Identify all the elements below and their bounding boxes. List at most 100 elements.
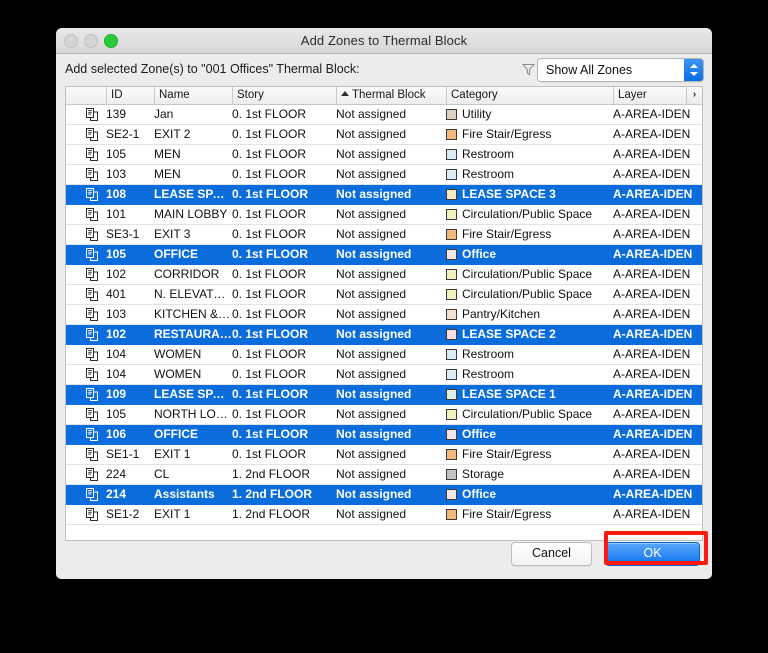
cell-story: 0. 1st FLOOR (232, 407, 307, 421)
cell-story: 0. 1st FLOOR (232, 207, 307, 221)
table-row[interactable]: 102 CORRIDOR 0. 1st FLOOR Not assigned Circu… (66, 265, 702, 285)
cell-name: LEASE SPACE (154, 387, 232, 401)
column-header-label: Story (237, 89, 264, 101)
row-zone-icon-cell (84, 325, 104, 344)
cell-category: LEASE SPACE 1 (446, 385, 606, 404)
window-title: Add Zones to Thermal Block (300, 33, 468, 48)
row-zone-icon-cell (84, 345, 104, 364)
table-row[interactable]: 104 WOMEN 0. 1st FLOOR Not assigned Restroom… (66, 365, 702, 385)
cell-layer: A-AREA-IDEN (613, 307, 691, 321)
table-row[interactable]: 401 N. ELEVATO… 0. 1st FLOOR Not assigned Ci… (66, 285, 702, 305)
row-zone-icon-cell (84, 365, 104, 384)
cell-layer: A-AREA-IDEN (613, 487, 693, 501)
zone-icon (86, 508, 98, 521)
category-label: Circulation/Public Space (462, 207, 593, 221)
cell-name: OFFICE (154, 427, 198, 441)
zone-icon (86, 328, 98, 341)
table-row[interactable]: SE3-1 EXIT 3 0. 1st FLOOR Not assigned Fire … (66, 225, 702, 245)
show-zones-select[interactable]: Show All Zones (537, 58, 704, 82)
cell-thermal-block: Not assigned (336, 167, 407, 181)
table-row[interactable]: 102 RESTAURAN… 0. 1st FLOOR Not assigned LEA… (66, 325, 702, 345)
cell-story: 0. 1st FLOOR (232, 167, 307, 181)
add-zones-dialog: Add Zones to Thermal Block Add selected … (56, 28, 712, 579)
cell-name: N. ELEVATO… (154, 287, 232, 301)
table-row[interactable]: 103 KITCHEN &… 0. 1st FLOOR Not assigned Pan… (66, 305, 702, 325)
cell-layer: A-AREA-IDEN (613, 427, 693, 441)
row-zone-icon-cell (84, 165, 104, 184)
row-zone-icon-cell (84, 485, 104, 504)
cell-thermal-block: Not assigned (336, 507, 407, 521)
table-row[interactable]: 103 MEN 0. 1st FLOOR Not assigned Restroom A-… (66, 165, 702, 185)
table-row[interactable]: 105 MEN 0. 1st FLOOR Not assigned Restroom A-… (66, 145, 702, 165)
column-header-name[interactable]: Name (154, 87, 232, 104)
column-options-chevron-icon[interactable]: › (686, 87, 702, 104)
cell-category: Fire Stair/Egress (446, 225, 606, 244)
cell-category: Fire Stair/Egress (446, 125, 606, 144)
table-row[interactable]: 224 CL 1. 2nd FLOOR Not assigned Storage A-AR… (66, 465, 702, 485)
column-header-id[interactable]: ID (106, 87, 154, 104)
category-label: LEASE SPACE 2 (462, 327, 556, 341)
cell-category: Restroom (446, 345, 606, 364)
cell-layer: A-AREA-IDEN (613, 507, 691, 521)
table-row[interactable]: 214 Assistants 1. 2nd FLOOR Not assigned Off… (66, 485, 702, 505)
ok-button[interactable]: OK (605, 542, 700, 566)
cell-name: NORTH LOB… (154, 407, 232, 421)
column-header-cat[interactable]: Category (446, 87, 613, 104)
row-zone-icon-cell (84, 385, 104, 404)
cell-layer: A-AREA-IDEN (613, 327, 693, 341)
cell-name: EXIT 1 (154, 447, 191, 461)
zone-icon (86, 188, 98, 201)
cell-category: Storage (446, 465, 606, 484)
cell-category: Restroom (446, 165, 606, 184)
column-header-tb[interactable]: Thermal Block (336, 87, 446, 104)
column-header-icon[interactable] (84, 87, 106, 104)
zone-icon (86, 488, 98, 501)
table-row[interactable]: SE2-1 EXIT 2 0. 1st FLOOR Not assigned Fire … (66, 125, 702, 145)
category-color-swatch (446, 329, 457, 340)
cell-id: 214 (106, 487, 127, 501)
column-header-story[interactable]: Story (232, 87, 336, 104)
cell-id: SE1-1 (106, 447, 140, 461)
category-label: Fire Stair/Egress (462, 447, 552, 461)
table-row[interactable]: 104 WOMEN 0. 1st FLOOR Not assigned Restroom… (66, 345, 702, 365)
cell-name: WOMEN (154, 367, 202, 381)
row-zone-icon-cell (84, 105, 104, 124)
cell-story: 1. 2nd FLOOR (232, 487, 313, 501)
cell-thermal-block: Not assigned (336, 487, 412, 501)
cell-category: Office (446, 425, 606, 444)
cell-name: OFFICE (154, 247, 198, 261)
zone-icon (86, 428, 98, 441)
cell-layer: A-AREA-IDEN (613, 287, 691, 301)
cell-layer: A-AREA-IDEN (613, 267, 691, 281)
table-row[interactable]: 105 OFFICE 0. 1st FLOOR Not assigned Office A… (66, 245, 702, 265)
cell-thermal-block: Not assigned (336, 147, 407, 161)
table-row[interactable]: SE1-1 EXIT 1 0. 1st FLOOR Not assigned Fire … (66, 445, 702, 465)
cell-layer: A-AREA-IDEN (613, 147, 691, 161)
table-row[interactable]: 105 NORTH LOB… 0. 1st FLOOR Not assigned Cir… (66, 405, 702, 425)
table-row[interactable]: 139 Jan 0. 1st FLOOR Not assigned Utility A-A… (66, 105, 702, 125)
cancel-button[interactable]: Cancel (511, 542, 592, 566)
column-header-layer[interactable]: Layer (613, 87, 688, 104)
cell-id: 105 (106, 247, 127, 261)
chevron-updown-icon[interactable] (684, 59, 703, 81)
table-row[interactable]: 109 LEASE SPACE 0. 1st FLOOR Not assigned LE… (66, 385, 702, 405)
row-zone-icon-cell (84, 425, 104, 444)
cell-thermal-block: Not assigned (336, 187, 412, 201)
zone-icon (86, 168, 98, 181)
cell-thermal-block: Not assigned (336, 467, 407, 481)
table-row[interactable]: 106 OFFICE 0. 1st FLOOR Not assigned Office A… (66, 425, 702, 445)
cell-category: Office (446, 245, 606, 264)
row-zone-icon-cell (84, 465, 104, 484)
table-row[interactable]: 101 MAIN LOBBY 0. 1st FLOOR Not assigned Cir… (66, 205, 702, 225)
category-label: Pantry/Kitchen (462, 307, 541, 321)
row-zone-icon-cell (84, 505, 104, 524)
table-row[interactable]: 108 LEASE SPACE 0. 1st FLOOR Not assigned LE… (66, 185, 702, 205)
table-row[interactable]: SE1-2 EXIT 1 1. 2nd FLOOR Not assigned Fire … (66, 505, 702, 525)
cell-layer: A-AREA-IDEN (613, 107, 691, 121)
cell-category: Circulation/Public Space (446, 265, 606, 284)
cell-thermal-block: Not assigned (336, 407, 407, 421)
cell-story: 1. 2nd FLOOR (232, 507, 311, 521)
cell-id: 104 (106, 367, 127, 381)
cell-story: 1. 2nd FLOOR (232, 467, 311, 481)
cell-layer: A-AREA-IDEN (613, 467, 691, 481)
